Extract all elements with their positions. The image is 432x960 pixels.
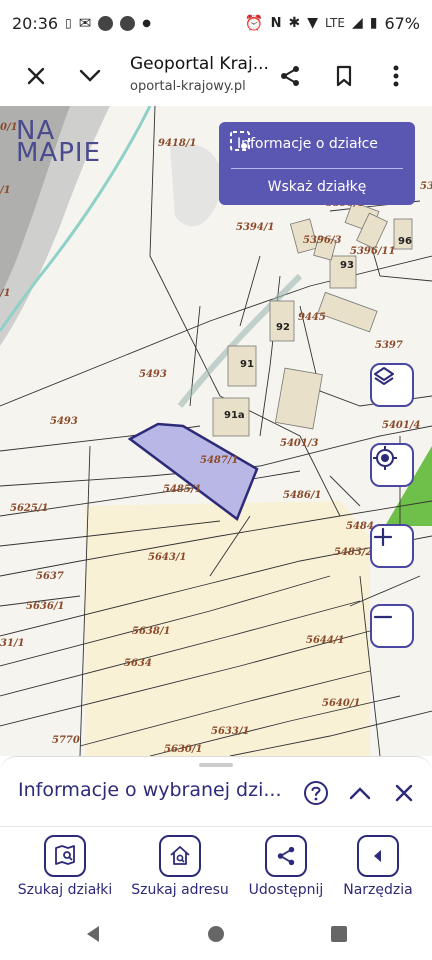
- chevron-up-icon[interactable]: [344, 777, 376, 809]
- mail-icon: ✉: [78, 14, 92, 32]
- signal-icon: ◢: [351, 15, 363, 31]
- nav-label: Udostępnij: [248, 882, 324, 898]
- system-navigation-bar: [0, 908, 432, 960]
- nav-search-address[interactable]: Szukaj adresu: [130, 835, 230, 898]
- home-search-icon: [159, 835, 201, 877]
- parcel-label: 5638/1: [132, 626, 170, 637]
- parcel-info-panel: Informacje o działce Wskaż działkę: [219, 122, 415, 205]
- parcel-info-title: Informacje o działce: [237, 136, 378, 152]
- bookmark-icon[interactable]: [322, 54, 366, 98]
- nav-label: Szukaj działki: [17, 882, 113, 898]
- parcel-label: 5487/1: [200, 455, 238, 466]
- parcel-label: 5485/1: [163, 484, 201, 495]
- share-icon[interactable]: [268, 54, 312, 98]
- lte-label: LTE: [324, 16, 345, 30]
- parcel-label: 5634: [124, 658, 152, 669]
- zoom-out-button[interactable]: [370, 604, 414, 648]
- page-title: Geoportal Kraj...: [130, 54, 269, 74]
- nav-tools[interactable]: Narzędzia: [328, 835, 428, 898]
- parcel-label: 5493: [139, 369, 167, 380]
- app-logo: NA MAPIE: [16, 118, 101, 168]
- home-icon[interactable]: [205, 923, 227, 945]
- bluetooth-icon: ✱: [288, 15, 301, 31]
- parcel-label: 5486/1: [283, 490, 321, 501]
- parcel-label: 5625/1: [10, 503, 48, 514]
- close-icon[interactable]: [388, 777, 420, 809]
- page-url: oportal-krajowy.pl: [130, 79, 246, 94]
- parcel-label: 9445: [298, 312, 326, 323]
- alarm-icon: ⏰: [244, 14, 264, 32]
- building-label: 91: [240, 359, 254, 370]
- parcel-label: 5394/1: [236, 222, 274, 233]
- battery-icon: ▮: [369, 15, 378, 31]
- parcel-label: 5397: [375, 340, 403, 351]
- building-label: 93: [340, 260, 354, 271]
- parcel-label: 5483/2: [334, 547, 372, 558]
- zoom-in-button[interactable]: [370, 524, 414, 568]
- nav-label: Szukaj adresu: [131, 882, 229, 898]
- share-icon: [265, 835, 307, 877]
- parcel-label: 5396/11: [350, 246, 395, 257]
- divider: [231, 168, 403, 169]
- phone-icon: ▯: [65, 16, 72, 30]
- parcel-label: 53: [420, 181, 432, 192]
- nav-search-parcel[interactable]: Szukaj działki: [15, 835, 115, 898]
- parcel-label: 5640/1: [322, 698, 360, 709]
- building-label: 91a: [224, 410, 245, 421]
- point-parcel-button[interactable]: Wskaż działkę: [219, 179, 415, 195]
- parcel-label: 5401/4: [382, 420, 420, 431]
- sheet-title: Informacje o wybranej dzi...: [18, 779, 282, 801]
- drag-handle[interactable]: [199, 763, 233, 767]
- nfc-icon: N: [270, 15, 282, 31]
- parcel-label: /1: [0, 288, 11, 299]
- parcel-label: 5636/1: [26, 601, 64, 612]
- parcel-label: 9418/1: [158, 138, 196, 149]
- more-options-icon[interactable]: [374, 54, 418, 98]
- parcel-info-sheet: Informacje o wybranej dzi...: [0, 756, 432, 827]
- parcel-label: 5637: [36, 571, 64, 582]
- more-notifications-icon: ●: [142, 17, 152, 29]
- parcel-label: 5396/3: [303, 235, 341, 246]
- parcel-info-button[interactable]: Informacje o działce: [229, 130, 407, 158]
- back-icon[interactable]: [82, 923, 104, 945]
- browser-toolbar: Geoportal Kraj... oportal-krajowy.pl: [0, 46, 432, 107]
- app-notification-icon: [98, 15, 114, 31]
- status-bar: 20:36 ▯ ✉ ● ⏰ N ✱ ▼ LTE ◢ ▮ 67%: [0, 0, 432, 46]
- parcel-label: 5401/3: [280, 438, 318, 449]
- building-label: 92: [276, 322, 290, 333]
- parcel-label: 5633/1: [211, 726, 249, 737]
- status-time: 20:36: [12, 13, 59, 33]
- parcel-label: 5643/1: [148, 552, 186, 563]
- battery-percent: 67%: [384, 13, 420, 33]
- bottom-navigation: Szukaj działki Szukaj adresu Udostępnij …: [0, 826, 432, 909]
- parcel-label: /1: [0, 185, 11, 196]
- parcel-label: 5630/1: [164, 744, 202, 755]
- map-view[interactable]: 9418/1 5394/1 53 96/1 5396/3 5396/11 93 9…: [0, 106, 432, 756]
- logo-line-2: MAPIE: [16, 138, 101, 168]
- parcel-label: 31/1: [0, 638, 25, 649]
- chevron-left-icon: [357, 835, 399, 877]
- chevron-down-icon[interactable]: [68, 54, 112, 98]
- wifi-icon: ▼: [307, 15, 318, 31]
- help-icon[interactable]: [300, 777, 332, 809]
- parcel-label: 5644/1: [306, 635, 344, 646]
- parcel-label: 0/1: [0, 122, 18, 133]
- map-search-icon: [44, 835, 86, 877]
- layers-button[interactable]: [370, 363, 414, 407]
- close-icon[interactable]: [14, 54, 58, 98]
- nav-label: Narzędzia: [343, 882, 413, 898]
- recents-icon[interactable]: [328, 923, 350, 945]
- app-notification-icon: [120, 15, 136, 31]
- nav-share[interactable]: Udostępnij: [236, 835, 336, 898]
- parcel-label: 5493: [50, 416, 78, 427]
- building-label: 96: [398, 236, 412, 247]
- locate-me-button[interactable]: [370, 443, 414, 487]
- parcel-label: 5770: [52, 735, 80, 746]
